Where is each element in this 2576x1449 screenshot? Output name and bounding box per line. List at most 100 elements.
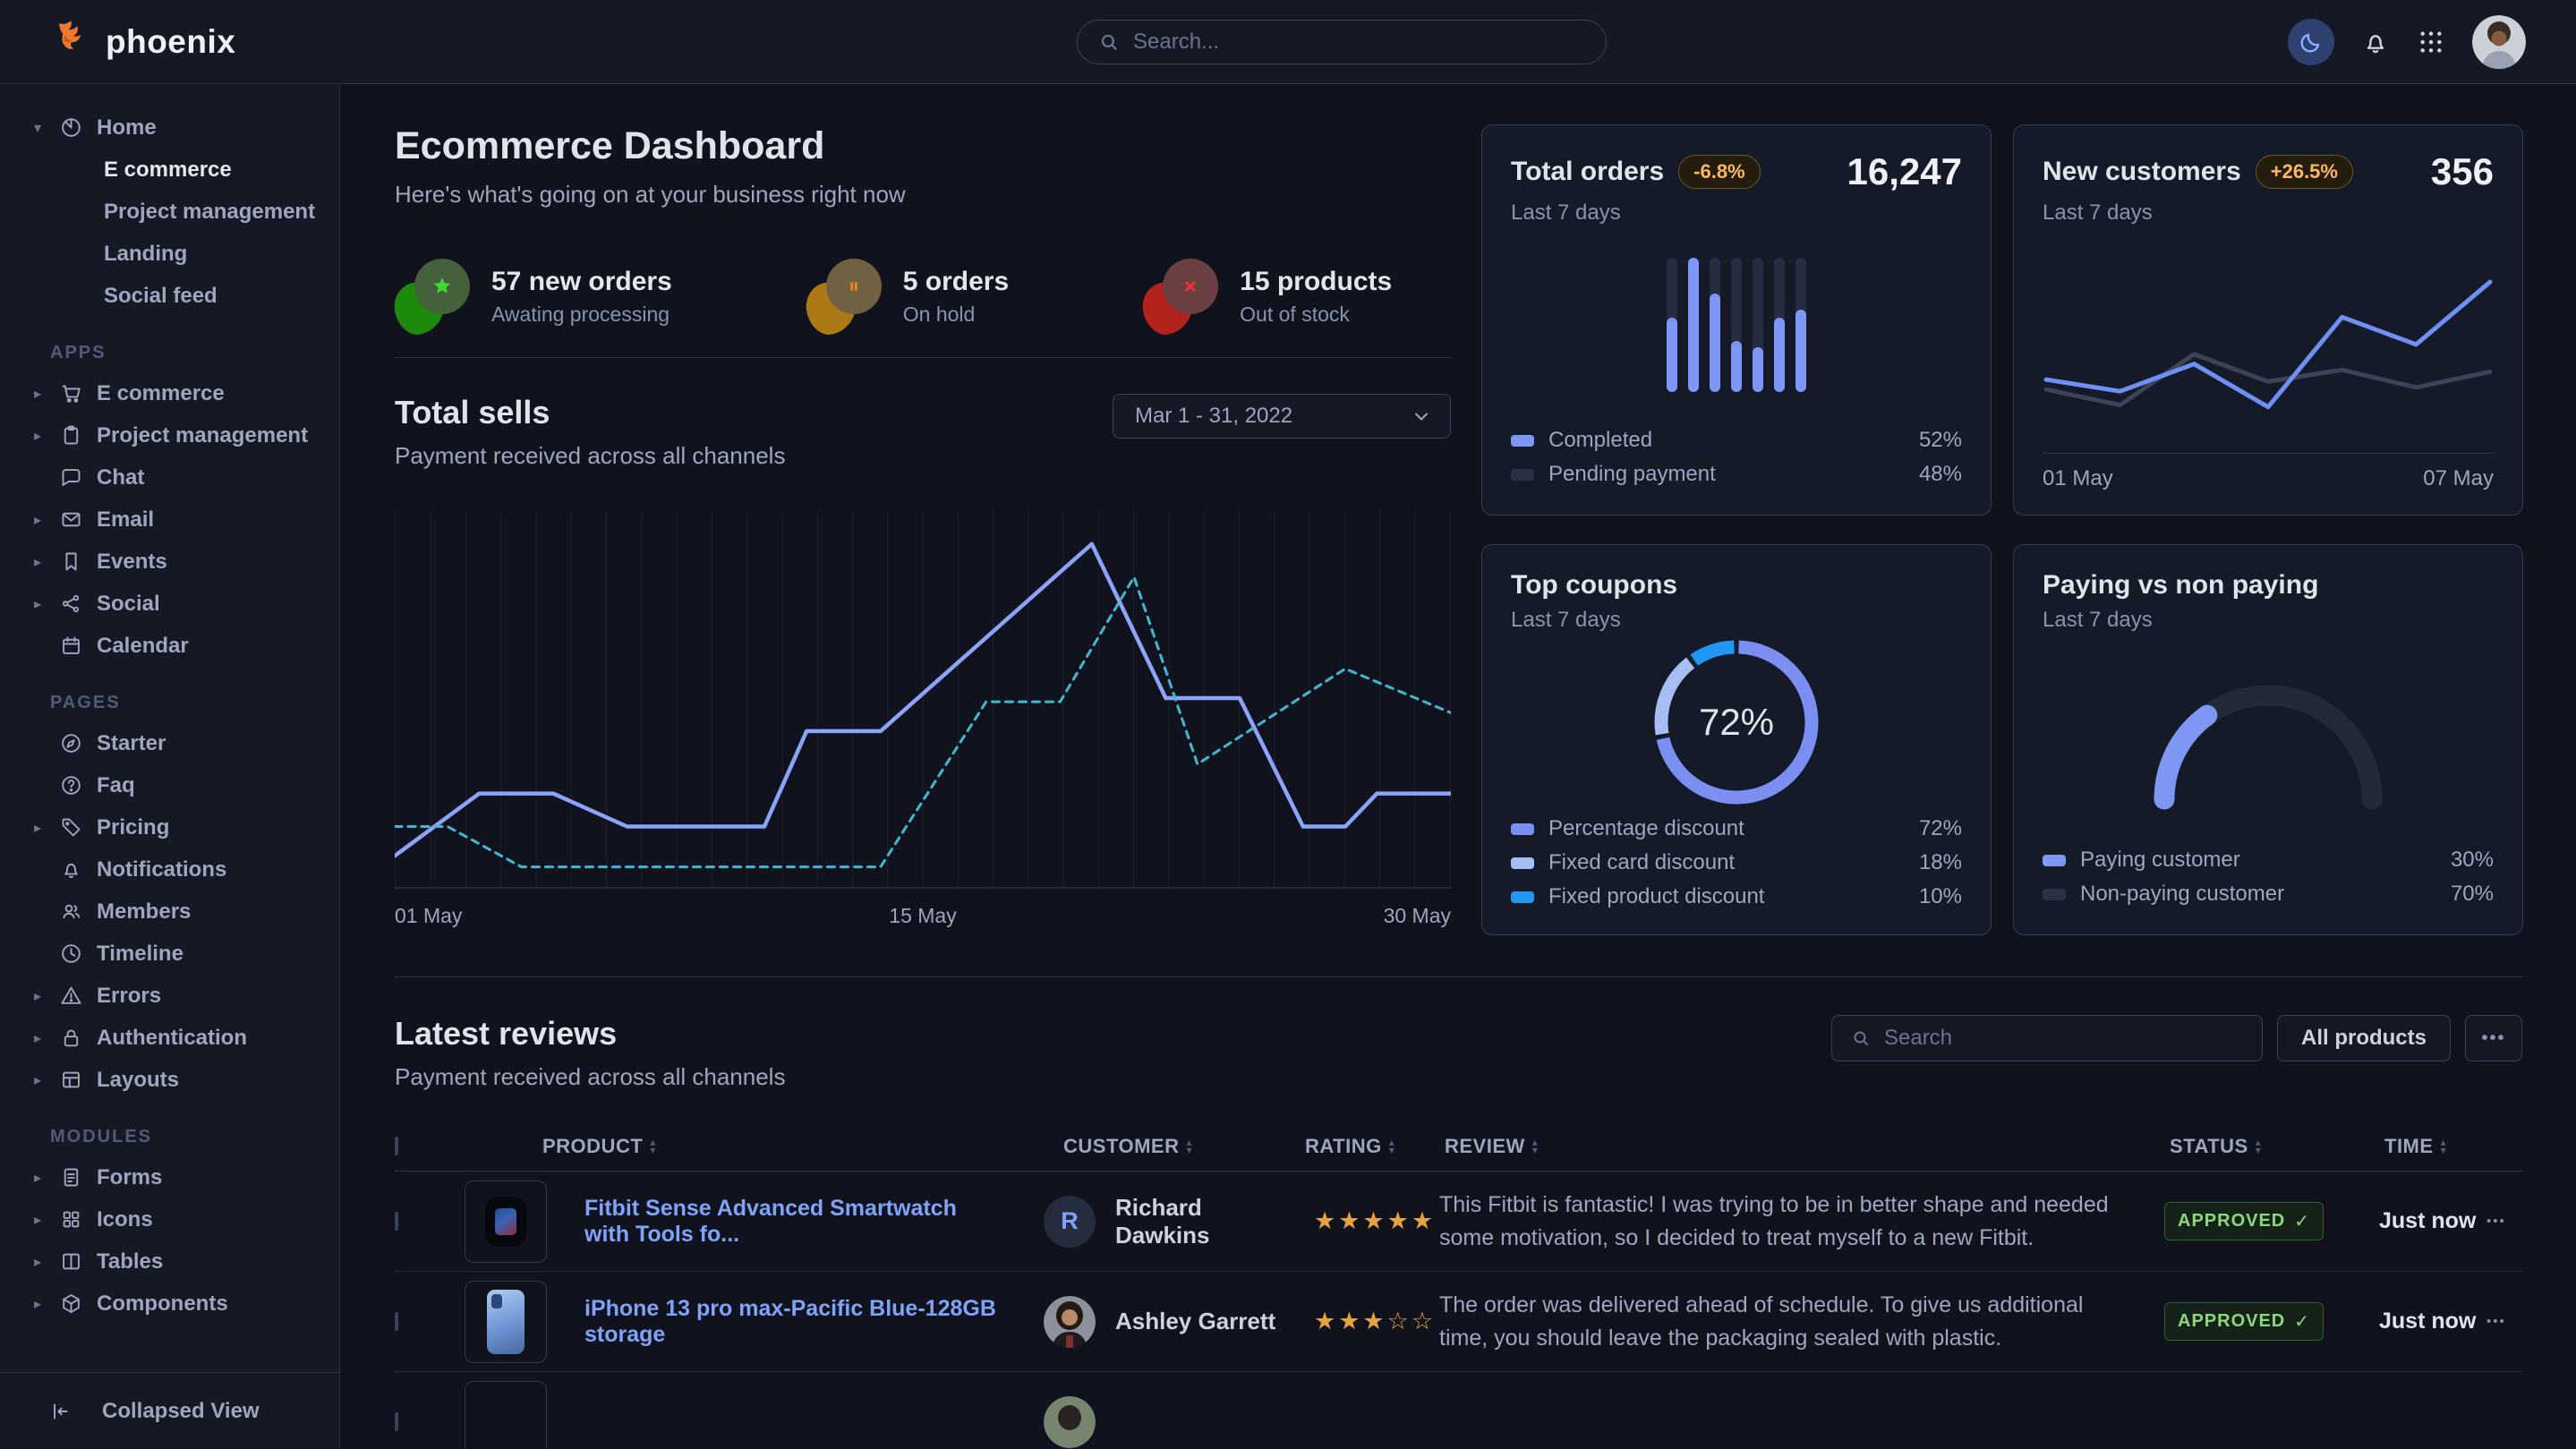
smartwatch-image: [485, 1197, 526, 1247]
sidebar-item-errors[interactable]: ▸Errors: [0, 975, 339, 1017]
main-content: Ecommerce Dashboard Here's what's going …: [341, 85, 2576, 1449]
column-header-customer[interactable]: CUSTOMER ▴▾: [1028, 1135, 1292, 1158]
row-checkbox[interactable]: [395, 1312, 398, 1331]
product-thumbnail[interactable]: [465, 1281, 547, 1363]
sidebar-item-email[interactable]: ▸Email: [0, 499, 339, 541]
sort-icon: ▴▾: [650, 1138, 656, 1155]
legend-swatch: [1511, 891, 1534, 903]
sidebar-item-members[interactable]: Members: [0, 891, 339, 933]
total-sells-subtitle: Payment received across all channels: [395, 442, 785, 470]
product-link[interactable]: iPhone 13 pro max-Pacific Blue-128GB sto…: [584, 1296, 1028, 1348]
column-header-product[interactable]: PRODUCT▴▾: [465, 1135, 1028, 1158]
notifications-button[interactable]: [2361, 28, 2390, 56]
sidebar-item-label: Chat: [97, 465, 144, 490]
sidebar-item-label: Tables: [97, 1249, 163, 1274]
caret-right-icon: ▸: [34, 553, 59, 571]
stat-text: 15 productsOut of stock: [1240, 267, 1392, 327]
customer-cell: RRichard Dawkins: [1028, 1194, 1292, 1249]
user-avatar[interactable]: [2472, 15, 2526, 69]
bar-completed: [1753, 347, 1763, 392]
column-header-review[interactable]: REVIEW▴▾: [1439, 1135, 2164, 1158]
row-checkbox[interactable]: [395, 1412, 398, 1431]
sidebar-item-icons[interactable]: ▸Icons: [0, 1198, 339, 1240]
sidebar-item-tables[interactable]: ▸Tables: [0, 1240, 339, 1283]
column-label: CUSTOMER: [1063, 1135, 1180, 1158]
sidebar-item-components[interactable]: ▸Components: [0, 1283, 339, 1325]
sidebar-item-notifications[interactable]: Notifications: [0, 848, 339, 891]
product-thumbnail[interactable]: [465, 1381, 547, 1449]
warning-triangle-icon: [59, 984, 97, 1008]
apps-grid-button[interactable]: [2417, 28, 2445, 56]
sidebar-item-project-management[interactable]: ▸Project management: [0, 414, 339, 456]
row-menu-button[interactable]: •••: [2486, 1314, 2523, 1329]
table-columns-icon: [59, 1249, 97, 1274]
brand[interactable]: phoenix: [50, 19, 235, 64]
collapse-arrow-icon: [48, 1400, 86, 1423]
sort-icon: ▴▾: [1187, 1138, 1193, 1155]
row-menu-button[interactable]: •••: [2486, 1214, 2523, 1229]
collapsed-view-toggle[interactable]: Collapsed View: [0, 1372, 339, 1449]
product-link[interactable]: Fitbit Sense Advanced Smartwatch with To…: [584, 1196, 1028, 1248]
sidebar-item-label: Calendar: [97, 634, 189, 659]
sidebar-item-faq[interactable]: Faq: [0, 764, 339, 806]
reviews-search-input[interactable]: [1884, 1026, 2244, 1051]
sidebar-item-label: Layouts: [97, 1068, 179, 1093]
card-value: 356: [2431, 150, 2494, 193]
reviews-more-button[interactable]: •••: [2465, 1015, 2522, 1061]
total-sells-x-axis: 01 May 15 May 30 May: [395, 904, 1451, 928]
reviews-search[interactable]: [1831, 1015, 2263, 1061]
sidebar-item-calendar[interactable]: Calendar: [0, 625, 339, 667]
total-orders-card: Total orders -6.8% 16,247 Last 7 days Co…: [1481, 124, 1992, 516]
global-search-input[interactable]: [1133, 30, 1586, 55]
pause-icon: [826, 259, 882, 314]
row-checkbox-cell: [395, 1214, 465, 1230]
column-header-rating[interactable]: RATING▴▾: [1292, 1135, 1439, 1158]
column-header-time[interactable]: TIME▴▾: [2379, 1135, 2486, 1158]
sidebar-item-timeline[interactable]: Timeline: [0, 933, 339, 975]
card-period: Last 7 days: [2043, 200, 2494, 226]
stat-subtitle: Out of stock: [1240, 303, 1392, 327]
bar-completed: [1731, 341, 1742, 392]
product-thumb-cell: [465, 1381, 584, 1449]
sidebar-item-starter[interactable]: Starter: [0, 722, 339, 764]
caret-right-icon: ▸: [34, 987, 59, 1005]
sidebar-item-layouts[interactable]: ▸Layouts: [0, 1059, 339, 1101]
date-range-select[interactable]: Mar 1 - 31, 2022: [1113, 394, 1451, 439]
product-thumbnail[interactable]: [465, 1181, 547, 1263]
paying-legend: Paying customer30%Non-paying customer70%: [2043, 843, 2494, 911]
legend-value: 70%: [2451, 882, 2494, 907]
all-products-filter-button[interactable]: All products: [2277, 1015, 2451, 1061]
sidebar-subitem-social-feed[interactable]: Social feed: [0, 275, 339, 317]
sidebar-item-home[interactable]: ▾Home: [0, 107, 339, 149]
row-checkbox-cell: [395, 1414, 465, 1430]
global-search[interactable]: [1077, 20, 1607, 64]
bookmark-icon: [59, 550, 97, 574]
card-period: Last 7 days: [1511, 200, 1962, 226]
layout-icon: [59, 1068, 97, 1092]
sidebar-subitem-project-management[interactable]: Project management: [0, 191, 339, 233]
sidebar-item-events[interactable]: ▸Events: [0, 541, 339, 583]
sidebar-item-label: Timeline: [97, 942, 183, 967]
stat-title: 5 orders: [903, 267, 1009, 297]
row-checkbox[interactable]: [395, 1212, 398, 1231]
sidebar-subitem-e-commerce[interactable]: E commerce: [0, 149, 339, 191]
sidebar-subitem-landing[interactable]: Landing: [0, 233, 339, 275]
pause-stat-icon: [806, 259, 882, 334]
sidebar-item-chat[interactable]: Chat: [0, 456, 339, 499]
chat-bubble-icon: [59, 465, 97, 490]
column-header-status[interactable]: STATUS▴▾: [2164, 1135, 2379, 1158]
trend-badge: -6.8%: [1678, 155, 1760, 189]
legend-label: Fixed product discount: [1548, 884, 1764, 909]
clipboard-icon: [59, 423, 97, 447]
select-all-checkbox[interactable]: [395, 1137, 398, 1155]
sidebar-item-authentication[interactable]: ▸Authentication: [0, 1017, 339, 1059]
legend-item-fixed-card-discount: Fixed card discount18%: [1511, 846, 1962, 880]
sidebar-item-e-commerce[interactable]: ▸E commerce: [0, 372, 339, 414]
customer-cell: [1028, 1396, 1292, 1448]
sidebar-item-label: Pricing: [97, 815, 169, 840]
sidebar-item-social[interactable]: ▸Social: [0, 583, 339, 625]
reviews-subtitle: Payment received across all channels: [395, 1063, 785, 1091]
dark-mode-toggle[interactable]: [2288, 19, 2334, 65]
sidebar-item-pricing[interactable]: ▸Pricing: [0, 806, 339, 848]
sidebar-item-forms[interactable]: ▸Forms: [0, 1156, 339, 1198]
